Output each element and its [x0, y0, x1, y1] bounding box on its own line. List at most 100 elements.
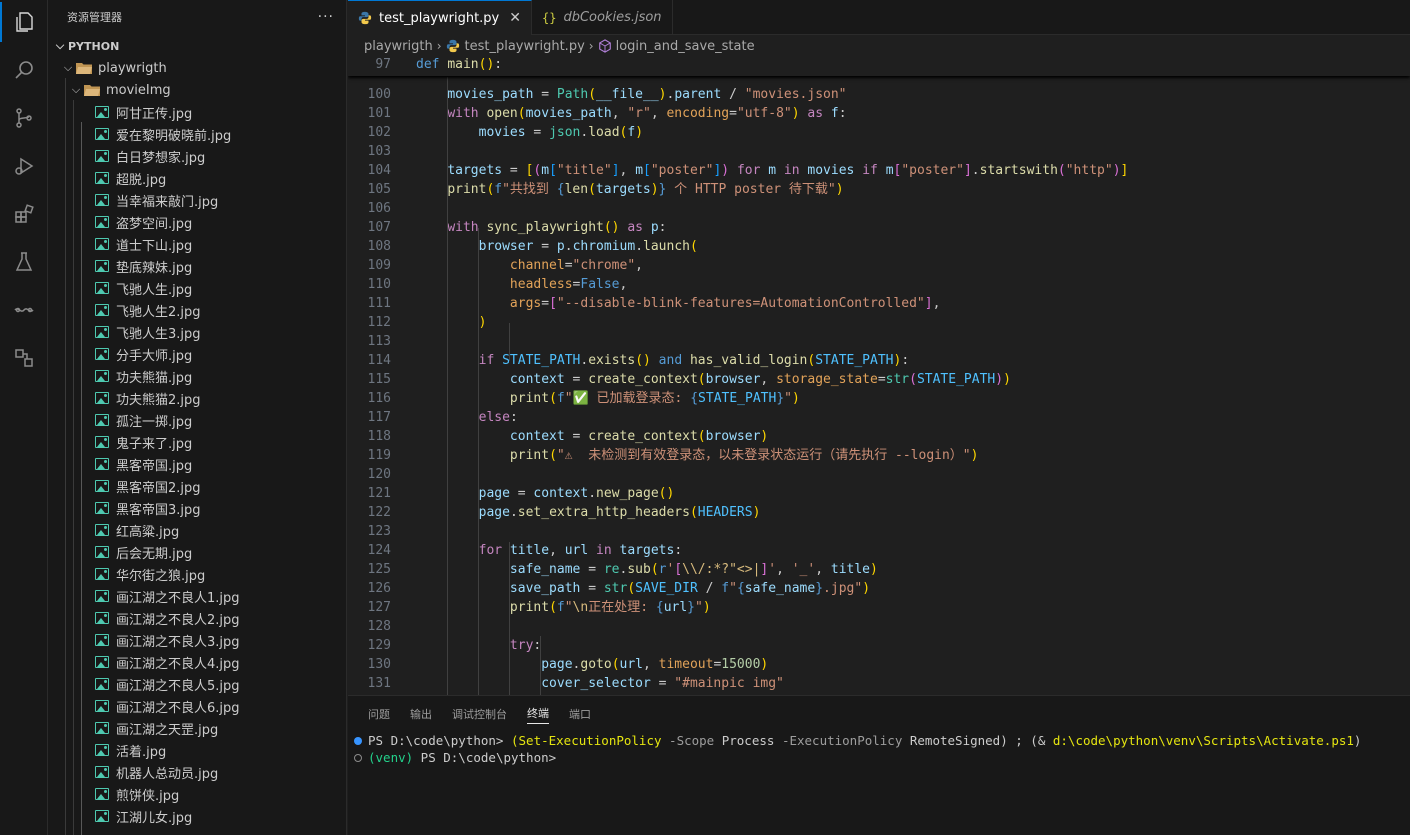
- panel-tab[interactable]: 问题: [368, 706, 390, 722]
- tab-test-playwright[interactable]: test_playwright.py ✕: [348, 0, 532, 35]
- panel-tab[interactable]: 终端: [527, 705, 549, 724]
- line-number: 104: [367, 163, 391, 178]
- file-item[interactable]: 白日梦想家.jpg: [48, 145, 346, 167]
- file-label: 道士下山.jpg: [116, 238, 193, 254]
- line-number: 102: [367, 125, 391, 140]
- line-number: 126: [367, 581, 391, 596]
- image-file-icon: [95, 678, 109, 690]
- panel-tab[interactable]: 端口: [569, 706, 591, 722]
- search-icon[interactable]: [0, 50, 48, 90]
- code-line: 120: [348, 465, 1410, 484]
- file-item[interactable]: 当幸福来敲门.jpg: [48, 189, 346, 211]
- explorer-icon[interactable]: [0, 2, 48, 42]
- file-item[interactable]: 华尔街之狼.jpg: [48, 563, 346, 585]
- line-number: 119: [367, 448, 391, 463]
- chevron-down-icon: ⌵: [63, 61, 73, 74]
- file-item[interactable]: 煎饼侠.jpg: [48, 783, 346, 805]
- folder-playwrigth[interactable]: ⌵ playwrigth: [48, 57, 346, 79]
- remote-icon[interactable]: [0, 290, 48, 330]
- breadcrumb: playwrigth › test_playwright.py › login_…: [348, 35, 1410, 57]
- file-item[interactable]: 后会无期.jpg: [48, 541, 346, 563]
- source-control-icon[interactable]: [0, 98, 48, 138]
- file-item[interactable]: 画江湖之不良人2.jpg: [48, 607, 346, 629]
- file-item[interactable]: 爱在黎明破晓前.jpg: [48, 123, 346, 145]
- extensions-icon[interactable]: [0, 194, 48, 234]
- code-line: 104 targets = [(m["title"], m["poster"])…: [348, 161, 1410, 180]
- file-item[interactable]: 道士下山.jpg: [48, 233, 346, 255]
- image-file-icon: [95, 106, 109, 118]
- close-icon[interactable]: ✕: [509, 10, 521, 26]
- folder-movieimg[interactable]: ⌵ movieImg: [48, 79, 346, 101]
- workspace-section[interactable]: ⌵ PYTHON: [48, 35, 346, 57]
- breadcrumb-file[interactable]: test_playwright.py: [465, 39, 585, 54]
- terminal-line: PS D:\code\python> (Set-ExecutionPolicy …: [348, 732, 1410, 749]
- tab-dbcookies[interactable]: {} dbCookies.json: [532, 0, 673, 35]
- code-text: movies_path = Path(__file__).parent / "m…: [447, 87, 847, 102]
- file-item[interactable]: 画江湖之不良人4.jpg: [48, 651, 346, 673]
- image-file-icon: [95, 194, 109, 206]
- file-item[interactable]: 黑客帝国.jpg: [48, 453, 346, 475]
- file-item[interactable]: 画江湖之不良人1.jpg: [48, 585, 346, 607]
- file-item[interactable]: 飞驰人生3.jpg: [48, 321, 346, 343]
- image-file-icon: [95, 304, 109, 316]
- code-text: save_path = str(SAVE_DIR / f"{safe_name}…: [509, 581, 871, 596]
- file-item[interactable]: 盗梦空间.jpg: [48, 211, 346, 233]
- sticky-scroll-header[interactable]: 97 def main():: [348, 57, 1410, 76]
- file-item[interactable]: 鬼子来了.jpg: [48, 431, 346, 453]
- file-item[interactable]: 活着.jpg: [48, 739, 346, 761]
- file-item[interactable]: 分手大师.jpg: [48, 343, 346, 365]
- file-label: 阿甘正传.jpg: [116, 106, 193, 122]
- file-item[interactable]: 功夫熊猫.jpg: [48, 365, 346, 387]
- line-number: 130: [367, 657, 391, 672]
- file-item[interactable]: 黑客帝国3.jpg: [48, 497, 346, 519]
- folder-label: playwrigth: [98, 60, 167, 76]
- image-file-icon: [95, 458, 109, 470]
- run-debug-icon[interactable]: [0, 146, 48, 186]
- command-status-icon[interactable]: [354, 753, 362, 762]
- file-label: 分手大师.jpg: [116, 348, 193, 364]
- code-line: 119 print("⚠ 未检测到有效登录态，以未登录状态运行（请先执行 --l…: [348, 446, 1410, 465]
- file-item[interactable]: 超脱.jpg: [48, 167, 346, 189]
- file-item[interactable]: 飞驰人生2.jpg: [48, 299, 346, 321]
- image-file-icon: [95, 546, 109, 558]
- command-status-icon[interactable]: [354, 736, 362, 745]
- image-file-icon: [95, 414, 109, 426]
- code-text: print("⚠ 未检测到有效登录态，以未登录状态运行（请先执行 --login…: [509, 448, 979, 463]
- line-number: 121: [367, 486, 391, 501]
- image-file-icon: [95, 612, 109, 624]
- file-label: 画江湖之不良人1.jpg: [116, 590, 240, 606]
- file-label: 江湖儿女.jpg: [116, 810, 193, 826]
- file-item[interactable]: 画江湖之天罡.jpg: [48, 717, 346, 739]
- file-item[interactable]: 垫底辣妹.jpg: [48, 255, 346, 277]
- file-item[interactable]: 画江湖之不良人5.jpg: [48, 673, 346, 695]
- file-item[interactable]: 黑客帝国2.jpg: [48, 475, 346, 497]
- code-line: 125 safe_name = re.sub(r'[\\/:*?"<>|]', …: [348, 560, 1410, 579]
- panel-tab[interactable]: 输出: [410, 706, 432, 722]
- code-text: else:: [478, 410, 518, 425]
- panel-tab[interactable]: 调试控制台: [452, 706, 507, 722]
- chevron-down-icon: ⌵: [71, 83, 81, 96]
- more-actions-icon[interactable]: ···: [318, 9, 334, 25]
- image-file-icon: [95, 656, 109, 668]
- file-item[interactable]: 孤注一掷.jpg: [48, 409, 346, 431]
- file-item[interactable]: 飞驰人生.jpg: [48, 277, 346, 299]
- breadcrumb-symbol[interactable]: login_and_save_state: [616, 39, 755, 54]
- file-item[interactable]: 江湖儿女.jpg: [48, 805, 346, 827]
- breadcrumb-folder[interactable]: playwrigth: [364, 39, 433, 54]
- project-manager-icon[interactable]: [0, 338, 48, 378]
- code-line: 108 browser = p.chromium.launch(: [348, 237, 1410, 256]
- terminal[interactable]: PS D:\code\python> (Set-ExecutionPolicy …: [348, 732, 1410, 766]
- code-editor[interactable]: 97 def main(): 100 movies_path = Path(__…: [348, 57, 1410, 695]
- line-number: 122: [367, 505, 391, 520]
- testing-icon[interactable]: [0, 242, 48, 282]
- file-item[interactable]: 画江湖之不良人6.jpg: [48, 695, 346, 717]
- file-item[interactable]: 画江湖之不良人3.jpg: [48, 629, 346, 651]
- file-item[interactable]: 功夫熊猫2.jpg: [48, 387, 346, 409]
- file-item[interactable]: 机器人总动员.jpg: [48, 761, 346, 783]
- code-text: context = create_context(browser): [509, 429, 769, 444]
- file-item[interactable]: 阿甘正传.jpg: [48, 101, 346, 123]
- file-item[interactable]: 红高粱.jpg: [48, 519, 346, 541]
- line-number: 108: [367, 239, 391, 254]
- line-number: 118: [367, 429, 391, 444]
- code-line: 129 try:: [348, 636, 1410, 655]
